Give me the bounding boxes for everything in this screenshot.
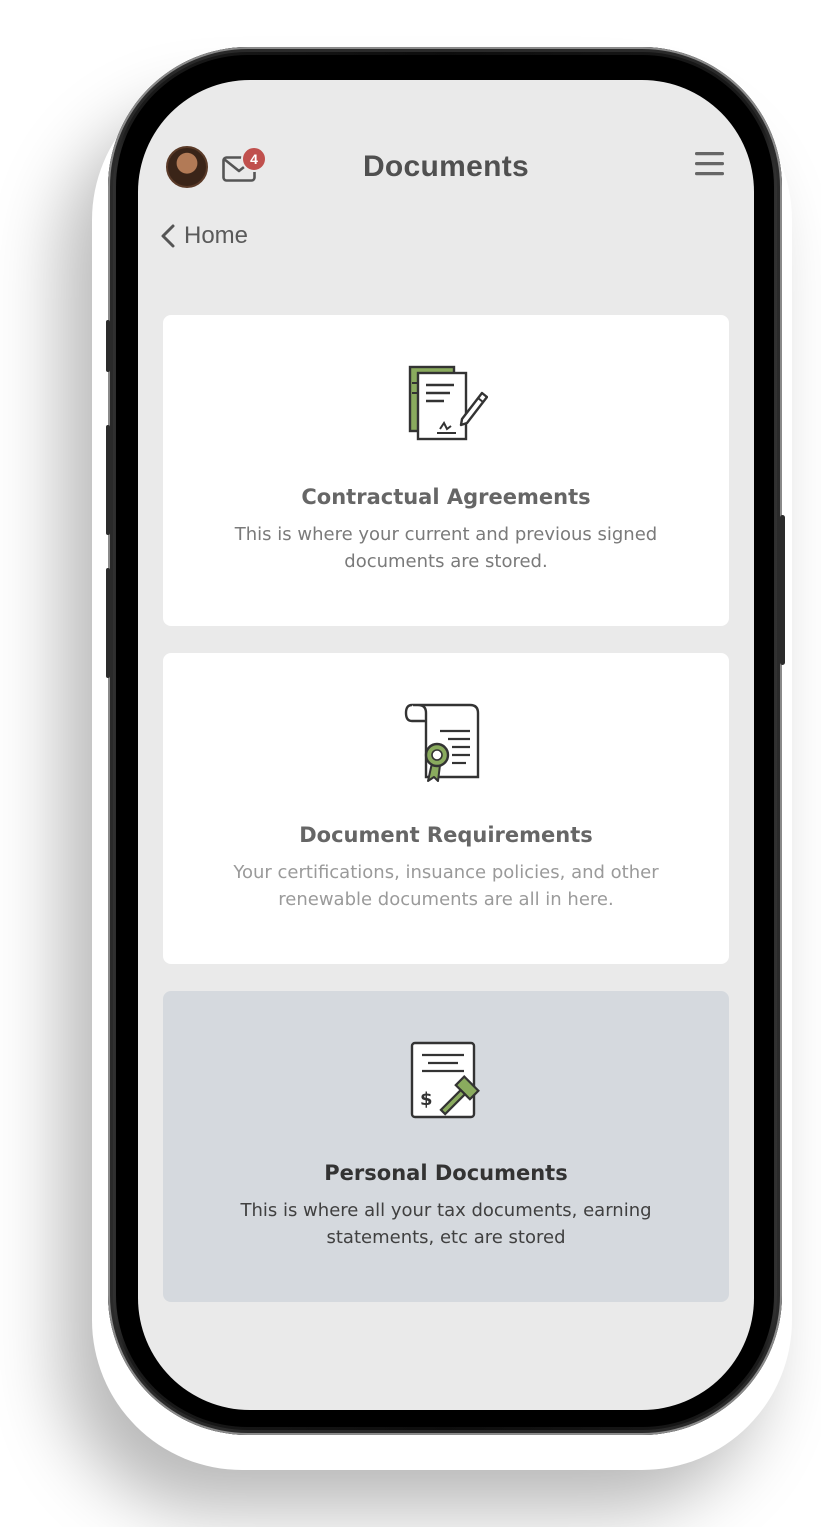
card-document-requirements[interactable]: Document Requirements Your certification…: [163, 653, 729, 964]
card-contractual-agreements[interactable]: Contractual Agreements This is where you…: [163, 315, 729, 626]
volume-up-button: [106, 425, 110, 535]
hamburger-menu-icon[interactable]: [694, 150, 726, 178]
card-title: Contractual Agreements: [301, 485, 591, 509]
certificate-scroll-icon: [163, 701, 729, 785]
contract-signing-icon: [163, 363, 729, 447]
app-screen: 4 Documents Home Contractual Agreements …: [138, 80, 754, 1410]
svg-text:$: $: [420, 1089, 433, 1110]
card-description: Your certifications, insuance policies, …: [233, 862, 659, 910]
app-header: 4 Documents Home: [138, 80, 754, 280]
card-personal-documents[interactable]: $ Personal Documents This is where all y…: [163, 991, 729, 1302]
volume-down-button: [106, 568, 110, 678]
card-description: This is where your current and previous …: [234, 524, 658, 572]
power-button: [780, 515, 785, 665]
card-title: Document Requirements: [299, 823, 593, 847]
legal-tax-document-icon: $: [163, 1039, 729, 1123]
back-to-home-link[interactable]: Home: [160, 220, 248, 252]
card-title: Personal Documents: [324, 1161, 568, 1185]
card-description: This is where all your tax documents, ea…: [240, 1200, 652, 1248]
back-link-label: Home: [184, 222, 249, 249]
chevron-left-icon: [161, 224, 175, 248]
mute-switch: [106, 320, 110, 372]
page-title: Documents: [362, 150, 530, 183]
